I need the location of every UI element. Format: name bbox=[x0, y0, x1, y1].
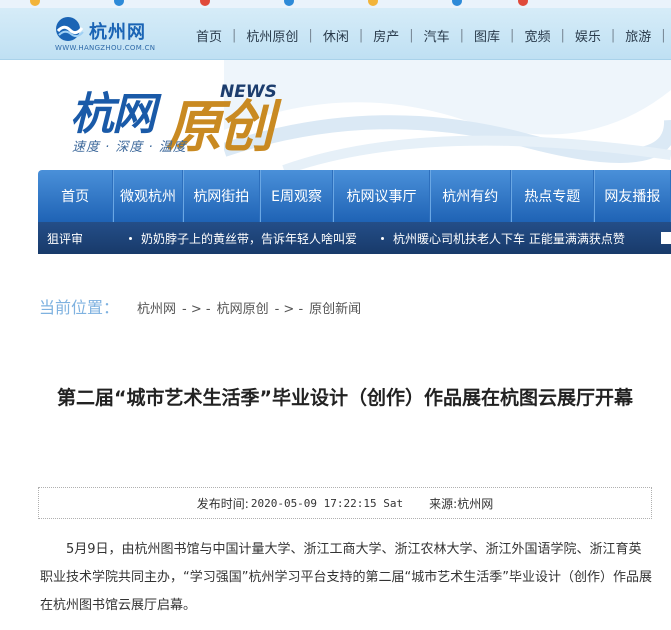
breadcrumb: 当前位置： 杭州网 - > - 杭网原创 - > - 原创新闻 bbox=[39, 294, 361, 318]
ticker-label: 狙评审 bbox=[47, 231, 84, 246]
site-nav: 首页 | 杭州原创 | 休闲 | 房产 | 汽车 | 图库 | 宽频 | 娱乐 | 旅游 | bbox=[186, 26, 666, 45]
source-label: 来源: bbox=[429, 496, 458, 511]
article-meta: 发布时间: 2020-05-09 17:22:15 Sat 来源: 杭州网 bbox=[38, 487, 652, 519]
breadcrumb-separator: - > - bbox=[274, 302, 304, 317]
main-nav: 首页 微观杭州 杭网街拍 E周观察 杭网议事厅 杭州有约 热点专题 网友播报 bbox=[38, 170, 671, 222]
site-nav-home[interactable]: 首页 bbox=[186, 26, 232, 45]
tray-icon-3 bbox=[200, 0, 210, 6]
site-nav-gallery[interactable]: 图库 bbox=[464, 26, 510, 45]
site-nav-travel[interactable]: 旅游 bbox=[615, 26, 661, 45]
breadcrumb-item-original[interactable]: 杭网原创 bbox=[217, 298, 269, 317]
site-nav-auto[interactable]: 汽车 bbox=[414, 26, 460, 45]
ticker-item[interactable]: 杭州暖心司机扶老人下车 正能量满满获点赞 bbox=[381, 230, 625, 247]
main-nav-micro-hangzhou[interactable]: 微观杭州 bbox=[113, 170, 183, 222]
tray-icon-2 bbox=[114, 0, 124, 6]
main-nav-home[interactable]: 首页 bbox=[38, 170, 114, 222]
article-title: 第二届“城市艺术生活季”毕业设计（创作）作品展在杭图云展厅开幕 bbox=[57, 387, 633, 409]
publish-time: 2020-05-09 17:22:15 Sat bbox=[250, 496, 404, 510]
article-paragraph: 5月9日，由杭州图书馆与中国计量大学、浙江工商大学、浙江农林大学、浙江外国语学院… bbox=[40, 542, 652, 613]
main-nav-street-photo[interactable]: 杭网街拍 bbox=[182, 170, 260, 222]
news-ticker: 狙评审 奶奶脖子上的黄丝带，告诉年轻人啥叫爱 杭州暖心司机扶老人下车 正能量满满… bbox=[38, 222, 671, 254]
breadcrumb-item-news[interactable]: 原创新闻 bbox=[309, 298, 361, 317]
banner-title-main: 杭网 bbox=[70, 89, 156, 140]
logo-url: WWW.HANGZHOU.COM.CN bbox=[55, 44, 156, 52]
breadcrumb-separator: - > - bbox=[182, 302, 211, 317]
main-nav-user-reports[interactable]: 网友播报 bbox=[593, 170, 671, 222]
site-nav-leisure[interactable]: 休闲 bbox=[313, 26, 359, 45]
top-strip bbox=[0, 0, 671, 8]
ticker-item[interactable]: 奶奶脖子上的黄丝带，告诉年轻人啥叫爱 bbox=[129, 230, 357, 247]
ticker-arrow-icon[interactable] bbox=[661, 232, 671, 244]
main-nav-e-weekly[interactable]: E周观察 bbox=[259, 170, 334, 222]
wave-logo-icon bbox=[56, 17, 84, 41]
banner-swirl-graphic bbox=[224, 60, 671, 170]
main-nav-forum[interactable]: 杭网议事厅 bbox=[333, 170, 430, 222]
banner-news-badge: NEWS bbox=[220, 82, 277, 102]
source-value: 杭州网 bbox=[457, 496, 494, 511]
tray-icon-1 bbox=[30, 0, 40, 6]
site-nav-realestate[interactable]: 房产 bbox=[363, 26, 409, 45]
site-logo[interactable]: 杭州网 WWW.HANGZHOU.COM.CN bbox=[55, 14, 165, 56]
site-nav-entertainment[interactable]: 娱乐 bbox=[565, 26, 611, 45]
breadcrumb-item-site[interactable]: 杭州网 bbox=[137, 298, 176, 317]
site-nav-video[interactable]: 宽频 bbox=[514, 26, 560, 45]
tray-icon-7 bbox=[518, 0, 528, 6]
publish-label: 发布时间: bbox=[196, 496, 249, 511]
tray-icon-4 bbox=[284, 0, 294, 6]
tray-icon-5 bbox=[368, 0, 378, 6]
banner-slogan: 速度 · 深度 · 温度 bbox=[72, 140, 187, 155]
bullet-icon bbox=[381, 236, 385, 240]
ticker-item-text: 杭州暖心司机扶老人下车 正能量满满获点赞 bbox=[393, 231, 625, 246]
section-banner: 杭网 原创 NEWS 速度 · 深度 · 温度 bbox=[24, 60, 671, 170]
main-nav-meetup[interactable]: 杭州有约 bbox=[429, 170, 511, 222]
ticker-item-text: 奶奶脖子上的黄丝带，告诉年轻人啥叫爱 bbox=[141, 231, 358, 246]
site-header: 杭州网 WWW.HANGZHOU.COM.CN 首页 | 杭州原创 | 休闲 | 房产… bbox=[0, 8, 671, 60]
logo-name: 杭州网 bbox=[89, 22, 146, 43]
bullet-icon bbox=[129, 236, 132, 240]
tray-icon-6 bbox=[452, 0, 462, 6]
main-nav-hot-topics[interactable]: 热点专题 bbox=[510, 170, 594, 222]
breadcrumb-lead: 当前位置： bbox=[39, 298, 120, 317]
site-nav-original[interactable]: 杭州原创 bbox=[236, 26, 308, 45]
